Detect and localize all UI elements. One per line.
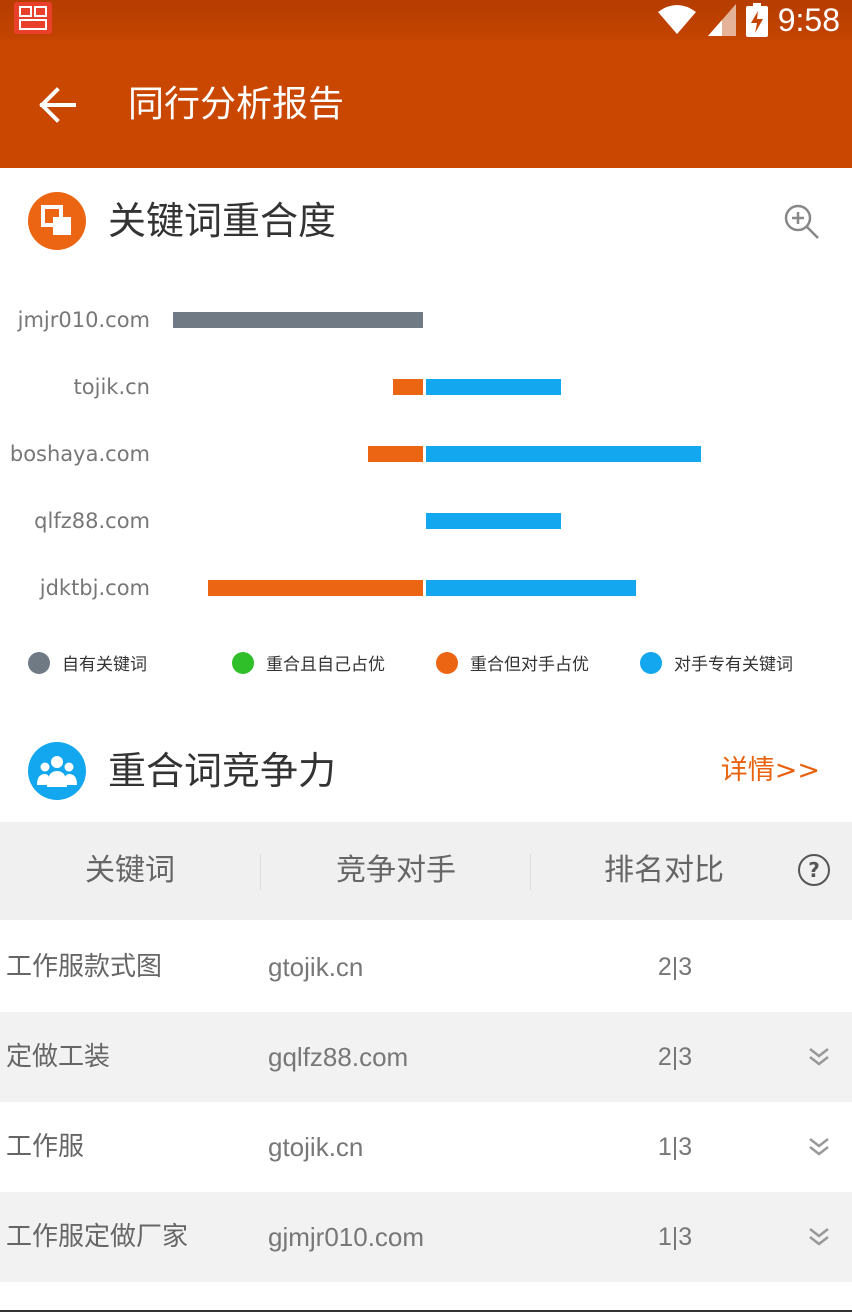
legend-label: 自有关键词: [62, 655, 147, 675]
legend-item: 对手专有关键词: [640, 650, 793, 675]
legend-item: 自有关键词: [28, 650, 147, 675]
legend-dot: [232, 651, 254, 674]
chart-category-label: tojik.cn: [73, 375, 150, 399]
arrow-left-icon: [39, 87, 76, 123]
legend-item: 重合且自己占优: [232, 650, 385, 675]
table-header: 关键词 竞争对手 排名对比 ?: [0, 822, 852, 920]
status-bar: 9:58: [0, 0, 852, 40]
chart-bar: [393, 379, 423, 395]
details-link[interactable]: 详情>>: [721, 742, 820, 800]
legend-dot: [436, 651, 458, 674]
chart-category-label: jdktbj.com: [39, 576, 150, 600]
chart-category-label: jmjr010.com: [17, 308, 150, 332]
table-row[interactable]: 工作服定做厂家 gjmjr010.com 1|3: [0, 1192, 852, 1282]
cell-keyword: 定做工装: [6, 1042, 111, 1072]
zoom-in-icon[interactable]: [782, 202, 822, 242]
cell-rank: 1|3: [657, 1133, 693, 1161]
legend-label: 对手专有关键词: [674, 655, 793, 675]
chart-bar: [426, 446, 701, 462]
column-header-rank: 排名对比: [604, 853, 724, 888]
legend-label: 重合且自己占优: [266, 655, 385, 675]
cell-keyword: 工作服款式图: [6, 952, 163, 982]
cell-competitor: gtojik.cn: [268, 1132, 364, 1162]
cell-rank: 1|3: [657, 1223, 693, 1251]
chart-bar: [368, 446, 423, 462]
overlap-chart: jmjr010.com tojik.cn boshaya.com qlfz88.com…: [0, 290, 852, 630]
bottom-divider: [0, 1310, 852, 1312]
chevron-double-down-icon[interactable]: [806, 1044, 832, 1070]
chart-bar: [426, 513, 561, 529]
table-row[interactable]: 定做工装 gqlfz88.com 2|3: [0, 1012, 852, 1102]
legend-dot: [28, 651, 50, 674]
cell-keyword: 工作服: [6, 1132, 85, 1162]
legend-dot: [640, 651, 662, 674]
chart-bar: [426, 379, 561, 395]
signal-icon: [707, 4, 736, 36]
chart-bar: [173, 312, 423, 328]
overlap-squares-icon: [28, 192, 86, 250]
wifi-icon: [657, 5, 696, 34]
cell-rank: 2|3: [657, 953, 693, 981]
overlap-section-title: 关键词重合度: [108, 199, 337, 243]
chevron-double-down-icon[interactable]: [806, 1134, 832, 1160]
column-header-keyword: 关键词: [85, 853, 175, 888]
competition-section-title: 重合词竞争力: [108, 749, 337, 793]
chart-category-label: boshaya.com: [9, 442, 150, 466]
legend-label: 重合但对手占优: [470, 655, 589, 675]
column-divider: [260, 854, 261, 890]
app-bar: 同行分析报告: [0, 40, 852, 168]
chart-bar: [208, 580, 423, 596]
cell-keyword: 工作服定做厂家: [6, 1222, 189, 1252]
back-button[interactable]: [30, 78, 84, 132]
chart-category-label: qlfz88.com: [34, 509, 150, 533]
overlap-section-header: 关键词重合度: [0, 180, 852, 260]
cell-competitor: gqlfz88.com: [268, 1042, 409, 1072]
app-icon: [14, 2, 52, 34]
table-row[interactable]: 工作服 gtojik.cn 1|3: [0, 1102, 852, 1192]
column-divider: [530, 854, 531, 890]
competition-section-header: 重合词竞争力 详情>>: [0, 730, 852, 810]
chart-bar: [426, 580, 636, 596]
people-group-icon: [28, 742, 86, 800]
status-time: 9:58: [777, 1, 840, 38]
cell-competitor: gtojik.cn: [268, 952, 364, 982]
legend-item: 重合但对手占优: [436, 650, 589, 675]
cell-competitor: gjmjr010.com: [268, 1222, 425, 1252]
chart-legend: 自有关键词 重合且自己占优 重合但对手占优 对手专有关键词: [0, 650, 852, 680]
cell-rank: 2|3: [657, 1043, 693, 1071]
column-header-competitor: 竞争对手: [336, 853, 456, 888]
table-row[interactable]: 工作服款式图 gtojik.cn 2|3: [0, 922, 852, 1012]
page-title: 同行分析报告: [128, 84, 345, 125]
help-icon[interactable]: ?: [798, 854, 830, 886]
chevron-double-down-icon[interactable]: [806, 1224, 832, 1250]
battery-charging-icon: [745, 3, 768, 37]
